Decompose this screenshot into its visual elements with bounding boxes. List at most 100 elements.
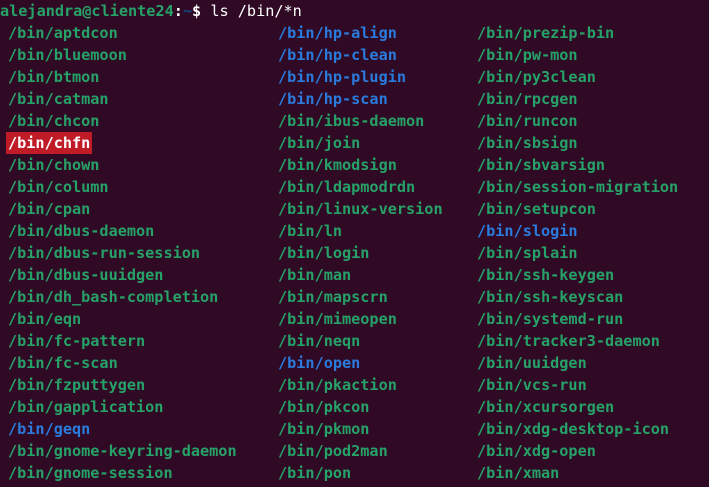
listing-row: /bin/ssh-keygen <box>477 264 678 286</box>
file-entry: /bin/pkaction <box>278 376 397 394</box>
file-entry: /bin/sbsign <box>477 134 578 152</box>
listing-column-3: /bin/prezip-bin/bin/pw-mon/bin/py3clean /… <box>477 22 678 484</box>
listing-row: /bin/slogin <box>477 220 678 242</box>
listing-row: /bin/dbus-uuidgen <box>8 264 237 286</box>
file-entry: /bin/fc-pattern <box>8 332 146 350</box>
file-entry: /bin/ibus-daemon <box>278 112 425 130</box>
file-entry: /bin/btmon <box>8 68 100 86</box>
listing-row: /bin/btmon <box>8 66 237 88</box>
listing-row: /bin/chcon <box>8 110 237 132</box>
listing-row: /bin/tracker3-daemon <box>477 330 678 352</box>
file-entry: /bin/open <box>278 354 361 372</box>
file-entry: /bin/gapplication <box>8 398 164 416</box>
listing-row: /bin/pkaction <box>278 374 443 396</box>
file-entry: /bin/setupcon <box>477 200 596 218</box>
file-entry: /bin/uuidgen <box>477 354 587 372</box>
listing-row: /bin/sbsign <box>477 132 678 154</box>
listing-row: /bin/uuidgen <box>477 352 678 374</box>
file-entry: /bin/fc-scan <box>8 354 118 372</box>
file-entry: /bin/hp-clean <box>278 46 397 64</box>
listing-row: /bin/column <box>8 176 237 198</box>
file-entry: /bin/gnome-keyring-daemon <box>8 442 237 460</box>
file-entry: /bin/ssh-keyscan <box>477 288 624 306</box>
prompt-colon: : <box>173 2 183 20</box>
listing-row: /bin/xman <box>477 462 678 484</box>
listing-row: /bin/vcs-run <box>477 374 678 396</box>
listing-row: /bin/pkmon <box>278 418 443 440</box>
file-entry: /bin/eqn <box>8 310 82 328</box>
listing-row: /bin/fzputtygen <box>8 374 237 396</box>
listing-row: /bin/setupcon <box>477 198 678 220</box>
file-entry: /bin/systemd-run <box>477 310 624 328</box>
listing-row: /bin/dh_bash-completion <box>8 286 237 308</box>
file-entry: /bin/cpan <box>8 200 91 218</box>
listing-row: /bin/ln <box>278 220 443 242</box>
file-entry: /bin/linux-version <box>278 200 443 218</box>
listing-row: /bin/fc-scan <box>8 352 237 374</box>
file-entry: /bin/sbvarsign <box>477 156 606 174</box>
file-entry: /bin/vcs-run <box>477 376 587 394</box>
file-entry: /bin/xcursorgen <box>477 398 615 416</box>
file-entry: /bin/session-migration <box>477 178 679 196</box>
listing-row: /bin/man <box>278 264 443 286</box>
listing-column-2: /bin/hp-align/bin/hp-clean/bin/hp-plugin… <box>278 22 443 484</box>
file-entry: /bin/pkmon <box>278 420 370 438</box>
file-entry: /bin/dbus-daemon <box>8 222 155 240</box>
listing-row: /bin/session-migration <box>477 176 678 198</box>
listing-row: /bin/mimeopen <box>278 308 443 330</box>
file-entry: /bin/dbus-run-session <box>8 244 201 262</box>
file-entry: /bin/pod2man <box>278 442 388 460</box>
file-entry: /bin/ln <box>278 222 343 240</box>
file-entry: /bin/splain <box>477 244 578 262</box>
listing-row: /bin/join <box>278 132 443 154</box>
file-entry: /bin/pon <box>278 464 352 482</box>
file-entry: /bin/kmodsign <box>278 156 397 174</box>
file-entry: /bin/geqn <box>8 420 91 438</box>
file-entry: /bin/gnome-session <box>8 464 173 482</box>
listing-row: /bin/pon <box>278 462 443 484</box>
listing-row: /bin/fc-pattern <box>8 330 237 352</box>
listing-row: /bin/hp-scan <box>278 88 443 110</box>
file-entry: /bin/tracker3-daemon <box>477 332 660 350</box>
prompt-line: alejandra@cliente24:~$ ls /bin/*n <box>0 0 302 22</box>
file-entry: /bin/ldapmodrdn <box>278 178 416 196</box>
listing-row: /bin/chown <box>8 154 237 176</box>
listing-row: /bin/pod2man <box>278 440 443 462</box>
file-entry: /bin/aptdcon <box>8 24 118 42</box>
terminal-window[interactable]: alejandra@cliente24:~$ ls /bin/*n /bin/a… <box>0 0 709 487</box>
file-entry: /bin/pw-mon <box>477 46 578 64</box>
listing-row: /bin/prezip-bin <box>477 22 678 44</box>
listing-row: /bin/chfn <box>6 132 237 154</box>
listing-row: /bin/eqn <box>8 308 237 330</box>
file-entry: /bin/runcon <box>477 112 578 130</box>
listing-row: /bin/splain <box>477 242 678 264</box>
listing-row: /bin/systemd-run <box>477 308 678 330</box>
listing-row: /bin/bluemoon <box>8 44 237 66</box>
file-entry: /bin/join <box>278 134 361 152</box>
listing-row: /bin/xcursorgen <box>477 396 678 418</box>
file-entry: /bin/bluemoon <box>8 46 127 64</box>
listing-row: /bin/ibus-daemon <box>278 110 443 132</box>
listing-row: /bin/cpan <box>8 198 237 220</box>
listing-row: /bin/pkcon <box>278 396 443 418</box>
file-entry: /bin/rpcgen <box>477 90 578 108</box>
prompt-user-host: alejandra@cliente24 <box>0 2 174 20</box>
file-entry: /bin/chcon <box>8 112 100 130</box>
file-entry: /bin/chown <box>8 156 100 174</box>
file-entry: /bin/hp-align <box>278 24 397 42</box>
listing-row: /bin/linux-version <box>278 198 443 220</box>
file-entry: /bin/neqn <box>278 332 361 350</box>
listing-row: /bin/neqn <box>278 330 443 352</box>
listing-row: /bin/ldapmodrdn <box>278 176 443 198</box>
file-entry: /bin/prezip-bin <box>477 24 615 42</box>
listing-row: /bin/runcon <box>477 110 678 132</box>
file-entry: /bin/chfn <box>6 132 93 154</box>
listing-row: /bin/geqn <box>8 418 237 440</box>
file-entry: /bin/xman <box>477 464 560 482</box>
file-entry: /bin/hp-scan <box>278 90 388 108</box>
prompt-dollar: $ <box>192 2 202 20</box>
listing-row: /bin/gapplication <box>8 396 237 418</box>
listing-row: /bin/open <box>278 352 443 374</box>
listing-row: /bin/kmodsign <box>278 154 443 176</box>
file-entry: /bin/man <box>278 266 352 284</box>
